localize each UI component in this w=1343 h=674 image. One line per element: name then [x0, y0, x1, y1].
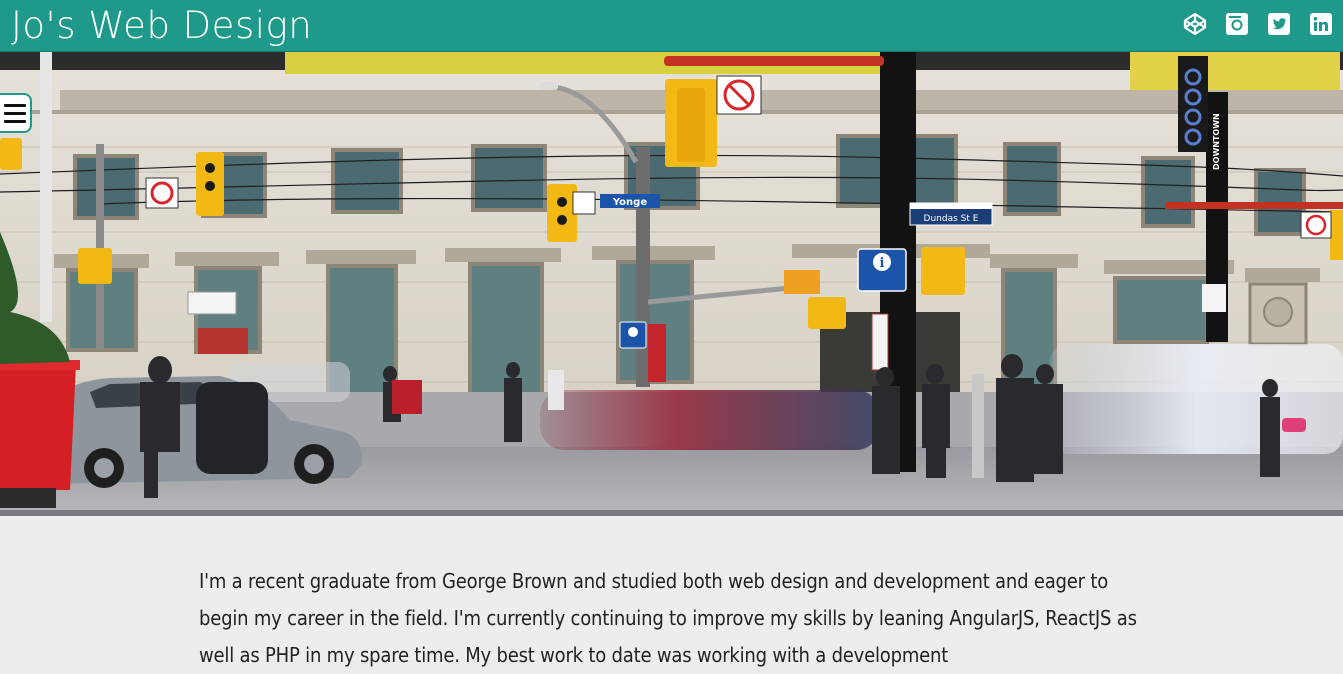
intro-paragraph: I'm a recent graduate from George Brown …: [199, 569, 1137, 667]
hamburger-icon-bar: [4, 120, 26, 123]
hamburger-menu-button[interactable]: [0, 93, 32, 133]
site-header: Jo's Web Design: [0, 0, 1343, 52]
hero-image: Yonge Dundas St E i DOWNTOWN: [0, 52, 1343, 516]
sign-downtown: DOWNTOWN: [1212, 113, 1221, 170]
sign-info: i: [880, 256, 885, 271]
codepen-icon[interactable]: [1183, 12, 1207, 36]
social-links: [1183, 12, 1333, 36]
hamburger-icon-bar: [4, 112, 26, 115]
sign-dundas: Dundas St E: [924, 214, 979, 224]
hamburger-icon: [4, 104, 26, 107]
main-content: I'm a recent graduate from George Brown …: [0, 516, 1343, 667]
instagram-icon[interactable]: [1225, 12, 1249, 36]
twitter-icon[interactable]: [1267, 12, 1291, 36]
linkedin-icon[interactable]: [1309, 12, 1333, 36]
street-photo: Yonge Dundas St E i DOWNTOWN: [0, 52, 1343, 516]
sign-yonge: Yonge: [612, 197, 647, 208]
site-title[interactable]: Jo's Web Design: [11, 2, 312, 50]
